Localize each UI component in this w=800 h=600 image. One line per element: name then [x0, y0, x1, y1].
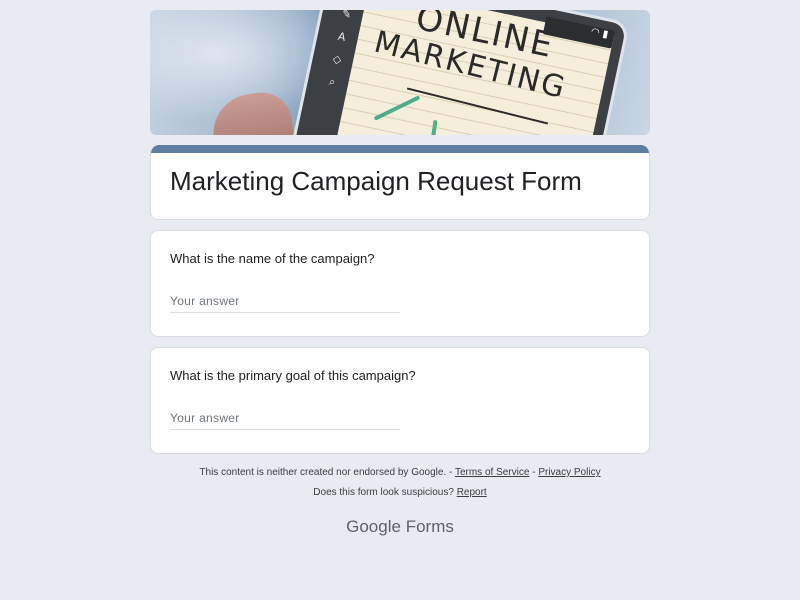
search-icon: ⌕	[327, 74, 337, 89]
forms-wordmark: Forms	[405, 517, 454, 536]
question-label: What is the primary goal of this campaig…	[170, 368, 416, 383]
title-accent-bar	[151, 145, 649, 153]
question-card-campaign-name: What is the name of the campaign? Your a…	[150, 230, 650, 337]
pencil-icon: ✎	[340, 10, 353, 22]
battery-icon: ▮	[601, 28, 610, 41]
google-forms-logo[interactable]: Google Forms	[150, 517, 650, 537]
question-label: What is the name of the campaign?	[170, 251, 375, 266]
form-title: Marketing Campaign Request Form	[170, 166, 582, 196]
report-link[interactable]: Report	[457, 487, 487, 498]
suspicious-text: Does this form look suspicious?	[313, 487, 454, 498]
wifi-icon: ◠	[589, 26, 601, 39]
form-container: ▲ ✎ A ◇ ⌕ ◠ ▮ ONLINE MARKETING Marketing…	[150, 10, 650, 537]
shape-icon: ◇	[331, 52, 343, 67]
text-size-icon: A	[336, 29, 347, 44]
google-wordmark: Google	[346, 517, 401, 536]
terms-of-service-link[interactable]: Terms of Service	[455, 467, 529, 478]
title-card: Marketing Campaign Request Form	[150, 145, 650, 220]
privacy-policy-link[interactable]: Privacy Policy	[538, 467, 600, 478]
footer: This content is neither created nor endo…	[199, 467, 601, 498]
answer-input[interactable]: Your answer	[170, 410, 400, 430]
disclaimer-text: This content is neither created nor endo…	[199, 467, 447, 478]
answer-input[interactable]: Your answer	[170, 293, 400, 313]
question-card-primary-goal: What is the primary goal of this campaig…	[150, 347, 650, 454]
header-banner-image: ▲ ✎ A ◇ ⌕ ◠ ▮ ONLINE MARKETING	[150, 10, 650, 135]
